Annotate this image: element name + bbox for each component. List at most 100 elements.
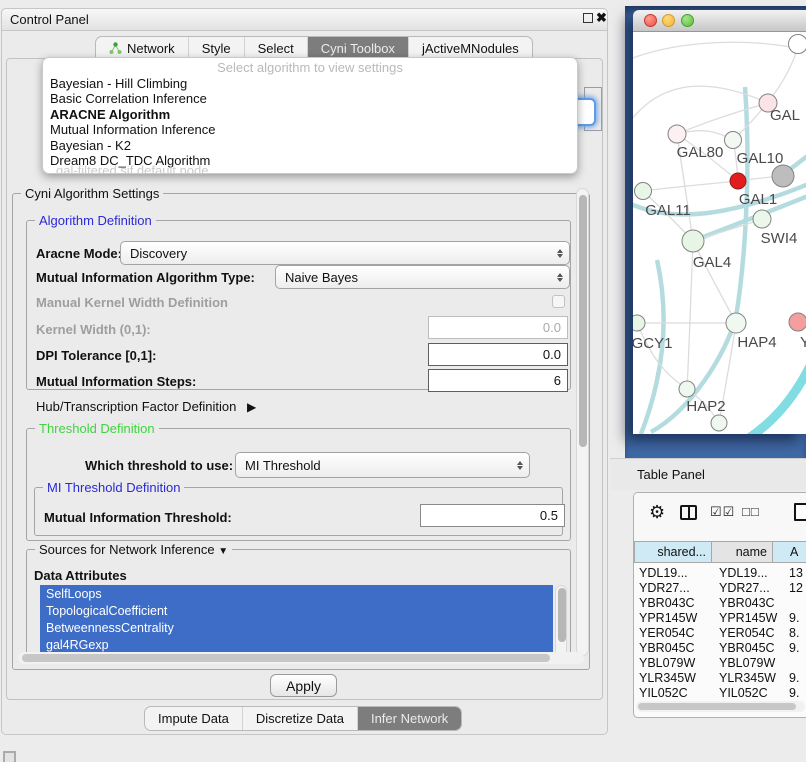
cell: YIL052C: [639, 686, 688, 700]
network-node[interactable]: [789, 313, 806, 332]
column-layout-icon[interactable]: [680, 505, 697, 520]
algorithm-definition-title: Algorithm Definition: [35, 213, 156, 228]
apply-button[interactable]: Apply: [270, 674, 337, 697]
hub-definition-expander[interactable]: Hub/Transcription Factor Definition ▶: [36, 399, 256, 414]
network-node[interactable]: [726, 313, 747, 334]
tab-jactivemnodules[interactable]: jActiveMNodules: [409, 37, 532, 59]
float-window-icon[interactable]: [583, 13, 593, 23]
column-header-shared-name[interactable]: shared...: [634, 541, 712, 563]
network-node[interactable]: [682, 230, 705, 253]
close-traffic-light-icon[interactable]: [644, 14, 657, 27]
network-node[interactable]: [724, 131, 742, 149]
network-window-titlebar[interactable]: [633, 10, 806, 32]
mi-algorithm-type-combo[interactable]: Naive Bayes: [275, 265, 570, 289]
mi-threshold-field[interactable]: 0.5: [420, 504, 565, 527]
cell: YDR27...: [639, 581, 690, 595]
cyni-bottom-tabbar: Impute Data Discretize Data Infer Networ…: [144, 706, 462, 731]
scrollbar-thumb[interactable]: [579, 195, 587, 447]
algorithm-option[interactable]: Mutual Information Inference: [43, 122, 577, 137]
network-node[interactable]: [711, 415, 728, 432]
table-toolbar: ⚙ ☑☑ □□: [634, 493, 806, 541]
data-attributes-list[interactable]: SelfLoops TopologicalCoefficient Between…: [40, 585, 553, 659]
tab-impute-data[interactable]: Impute Data: [145, 707, 243, 730]
node-label: GAL10: [737, 150, 784, 167]
close-icon[interactable]: ✖: [596, 10, 607, 26]
network-node-selected[interactable]: [730, 173, 747, 190]
column-header-label: name: [736, 545, 767, 559]
network-node[interactable]: [668, 125, 687, 144]
scrollbar-thumb[interactable]: [22, 654, 550, 662]
cell: 9.: [789, 641, 799, 655]
which-threshold-label: Which threshold to use:: [85, 458, 233, 473]
kernel-width-field[interactable]: 0.0: [428, 316, 568, 339]
cell: YDR27...: [719, 581, 770, 595]
tab-network-label: Network: [127, 41, 175, 56]
tab-select[interactable]: Select: [245, 37, 308, 59]
mi-algorithm-type-label: Mutual Information Algorithm Type:: [36, 270, 255, 285]
tab-infer-network[interactable]: Infer Network: [358, 707, 461, 730]
aracne-mode-combo[interactable]: Discovery: [120, 241, 570, 265]
cell: YBR043C: [719, 596, 775, 610]
column-header-partial[interactable]: A: [773, 541, 806, 563]
combo-stepper-icon: [557, 249, 563, 258]
cell: YPR145W: [639, 611, 697, 625]
control-panel-titlebar: Control Panel: [1, 8, 608, 31]
dpi-tolerance-value: 0.0: [543, 347, 561, 362]
column-header-name[interactable]: name: [712, 541, 773, 563]
minimized-panel-icon[interactable]: [3, 751, 16, 762]
table-panel: ⚙ ☑☑ □□ shared... name A YDL19... YDL19.…: [633, 492, 806, 718]
scrollbar-thumb[interactable]: [638, 703, 796, 710]
list-item[interactable]: BetweennessCentrality: [40, 619, 553, 636]
table-horizontal-scrollbar[interactable]: [636, 701, 805, 712]
node-label: Y: [800, 334, 806, 351]
tab-style[interactable]: Style: [189, 37, 245, 59]
export-table-icon[interactable]: [794, 503, 806, 521]
mi-threshold-group-title: MI Threshold Definition: [43, 480, 184, 495]
gear-icon[interactable]: ⚙: [649, 502, 665, 523]
zoom-traffic-light-icon[interactable]: [681, 14, 694, 27]
sources-group-header[interactable]: Sources for Network Inference ▼: [35, 542, 232, 557]
algorithm-option[interactable]: Bayesian - K2: [43, 138, 577, 153]
settings-horizontal-scrollbar[interactable]: [18, 652, 584, 664]
list-item[interactable]: TopologicalCoefficient: [40, 602, 553, 619]
sources-group-title: Sources for Network Inference: [39, 542, 215, 557]
tab-cyni-toolbox[interactable]: Cyni Toolbox: [308, 37, 409, 59]
network-node[interactable]: [679, 381, 696, 398]
tab-select-label: Select: [258, 41, 294, 56]
combo-stepper-icon: [517, 461, 523, 470]
deselect-all-columns-icon[interactable]: □□: [742, 504, 760, 519]
kernel-width-label: Kernel Width (0,1):: [36, 322, 151, 337]
which-threshold-combo[interactable]: MI Threshold: [235, 452, 530, 478]
algorithm-option[interactable]: Bayesian - Hill Climbing: [43, 76, 577, 91]
mi-steps-field[interactable]: 6: [428, 369, 568, 392]
kernel-width-value: 0.0: [543, 320, 561, 335]
network-node[interactable]: [634, 182, 652, 200]
minimize-traffic-light-icon[interactable]: [662, 14, 675, 27]
network-node[interactable]: [753, 210, 772, 229]
hub-definition-label: Hub/Transcription Factor Definition: [36, 399, 236, 414]
cell: 12: [789, 581, 803, 595]
attributes-scrollbar[interactable]: [555, 585, 567, 659]
algorithm-option[interactable]: Basic Correlation Inference: [43, 91, 577, 106]
settings-vertical-scrollbar[interactable]: [576, 188, 589, 656]
node-label: GCY1: [633, 335, 672, 352]
algorithm-option-selected[interactable]: ARACNE Algorithm: [43, 107, 577, 122]
tab-discretize-data[interactable]: Discretize Data: [243, 707, 358, 730]
table-panel-title: Table Panel: [637, 467, 705, 482]
control-panel-tabbar: Network Style Select Cyni Toolbox jActiv…: [95, 36, 533, 59]
scrollbar-thumb[interactable]: [558, 588, 566, 642]
list-item[interactable]: SelfLoops: [40, 585, 553, 602]
network-view-canvas[interactable]: GAL GAL80 GAL10 GAL1 GAL11 SWI4 GAL4 GCY…: [633, 32, 806, 434]
cell: YBR045C: [719, 641, 775, 655]
network-node[interactable]: [772, 165, 795, 188]
network-node[interactable]: [788, 34, 806, 54]
dpi-tolerance-field[interactable]: 0.0: [428, 343, 568, 366]
tab-network[interactable]: Network: [96, 37, 189, 59]
cell: 8.: [789, 626, 799, 640]
cell: 9.: [789, 611, 799, 625]
manual-kernel-width-checkbox[interactable]: [552, 295, 565, 308]
list-item[interactable]: gal4RGexp: [40, 636, 553, 653]
cell: YDL19...: [719, 566, 768, 580]
apply-button-label: Apply: [286, 678, 321, 694]
select-all-columns-icon[interactable]: ☑☑: [710, 504, 735, 520]
